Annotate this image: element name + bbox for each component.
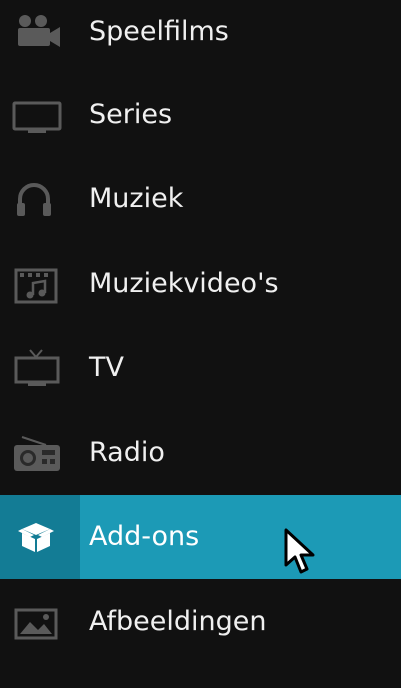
menu-item-afbeeldingen[interactable]: Afbeeldingen	[0, 580, 401, 664]
headphones-icon	[0, 157, 80, 241]
music-video-icon	[0, 242, 80, 326]
tv-icon	[0, 326, 80, 410]
monitor-icon	[0, 73, 80, 157]
menu-item-muziek[interactable]: Muziek	[0, 157, 401, 241]
menu-item-label: Muziek	[89, 183, 184, 214]
main-menu: Speelfilms Series Muziek Muziekvideo's T…	[0, 0, 401, 688]
menu-item-label: Speelfilms	[89, 16, 229, 47]
menu-item-label: Add-ons	[89, 521, 200, 552]
box-icon	[0, 495, 80, 579]
mouse-cursor-icon	[283, 527, 317, 581]
picture-icon	[0, 580, 80, 664]
movie-camera-icon	[0, 0, 80, 74]
menu-item-label: Series	[89, 99, 173, 130]
menu-item-muziekvideos[interactable]: Muziekvideo's	[0, 242, 401, 326]
menu-item-series[interactable]: Series	[0, 73, 401, 157]
radio-icon	[0, 411, 80, 495]
menu-item-label: Radio	[89, 437, 165, 468]
menu-item-tv[interactable]: TV	[0, 326, 401, 410]
menu-item-add-ons[interactable]: Add-ons	[0, 495, 401, 579]
menu-item-label: Afbeeldingen	[89, 606, 267, 637]
menu-item-speelfilms[interactable]: Speelfilms	[0, 0, 401, 74]
menu-item-radio[interactable]: Radio	[0, 411, 401, 495]
menu-item-label: TV	[89, 352, 124, 383]
menu-item-label: Muziekvideo's	[89, 268, 279, 299]
